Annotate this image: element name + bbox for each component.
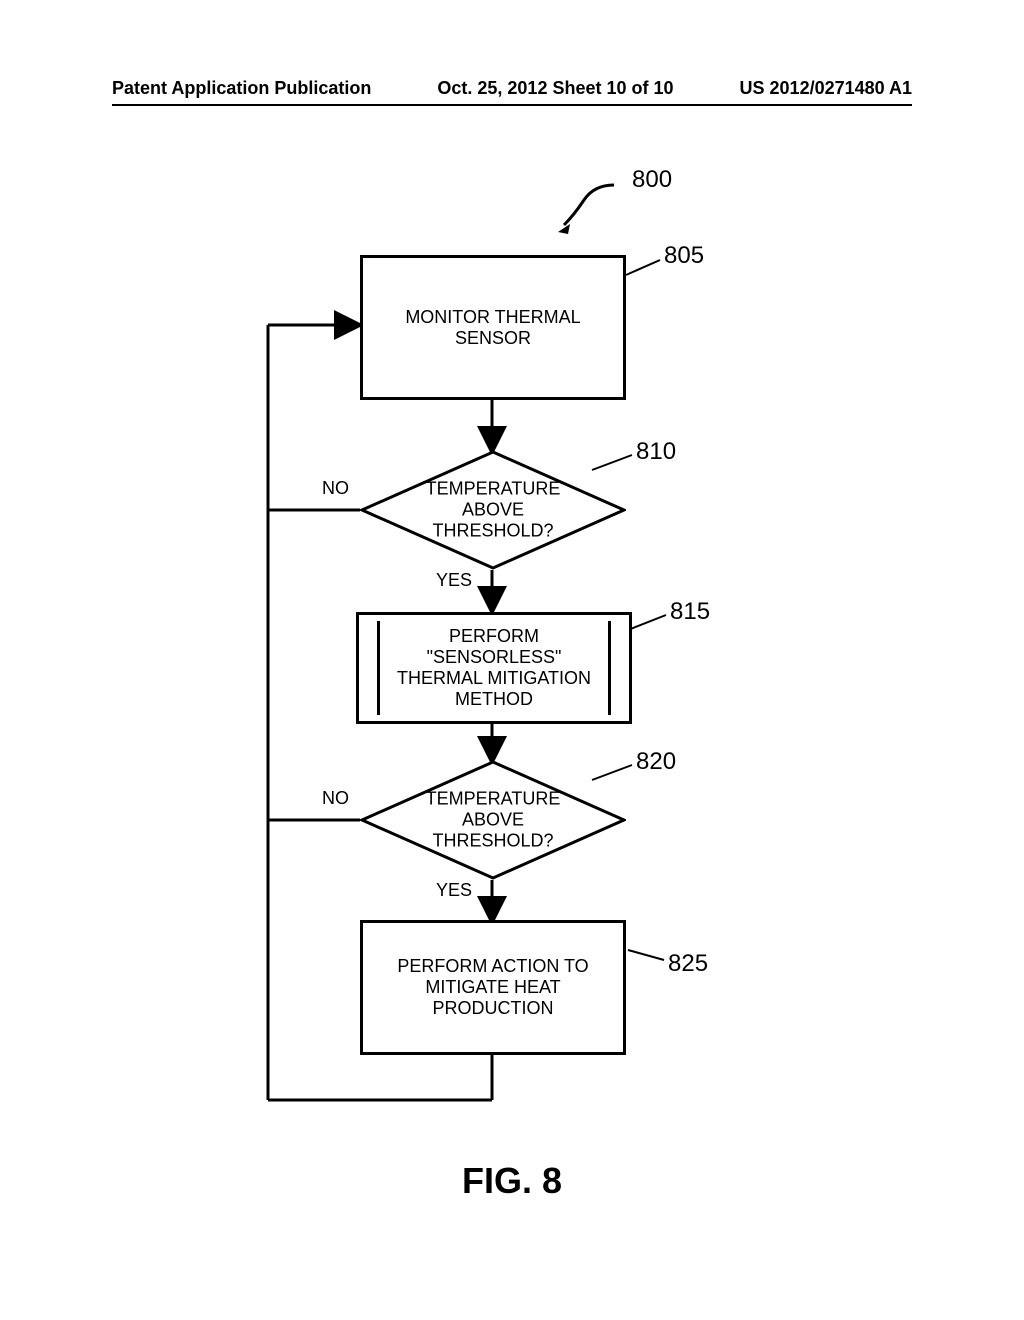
header-rule <box>112 104 912 106</box>
decision-text: TEMPERATURE ABOVE THRESHOLD? <box>400 479 586 542</box>
subroutine-text: PERFORM "SENSORLESS" THERMAL MITIGATION … <box>390 626 598 710</box>
process-mitigate-heat: PERFORM ACTION TO MITIGATE HEAT PRODUCTI… <box>360 920 626 1055</box>
decision-temp-above-threshold-1: TEMPERATURE ABOVE THRESHOLD? <box>360 450 626 570</box>
process-monitor-thermal-sensor: MONITOR THERMAL SENSOR <box>360 255 626 400</box>
ref-815: 815 <box>670 598 710 626</box>
header-left: Patent Application Publication <box>112 78 371 99</box>
header-center: Oct. 25, 2012 Sheet 10 of 10 <box>437 78 673 99</box>
flowchart: 800 <box>0 160 1024 1160</box>
subroutine-sensorless-mitigation: PERFORM "SENSORLESS" THERMAL MITIGATION … <box>356 612 632 724</box>
page-header: Patent Application Publication Oct. 25, … <box>112 78 912 99</box>
ref-825: 825 <box>668 950 708 978</box>
decision-820-yes-label: YES <box>436 880 472 901</box>
decision-820-no-label: NO <box>322 788 349 809</box>
decision-810-yes-label: YES <box>436 570 472 591</box>
decision-text: TEMPERATURE ABOVE THRESHOLD? <box>400 789 586 852</box>
ref-820: 820 <box>636 748 676 776</box>
process-text: PERFORM ACTION TO MITIGATE HEAT PRODUCTI… <box>373 956 613 1019</box>
ref-810: 810 <box>636 438 676 466</box>
ref-805: 805 <box>664 242 704 270</box>
process-text: MONITOR THERMAL SENSOR <box>373 307 613 349</box>
decision-810-no-label: NO <box>322 478 349 499</box>
decision-temp-above-threshold-2: TEMPERATURE ABOVE THRESHOLD? <box>360 760 626 880</box>
figure-caption: FIG. 8 <box>0 1160 1024 1202</box>
header-right: US 2012/0271480 A1 <box>740 78 912 99</box>
